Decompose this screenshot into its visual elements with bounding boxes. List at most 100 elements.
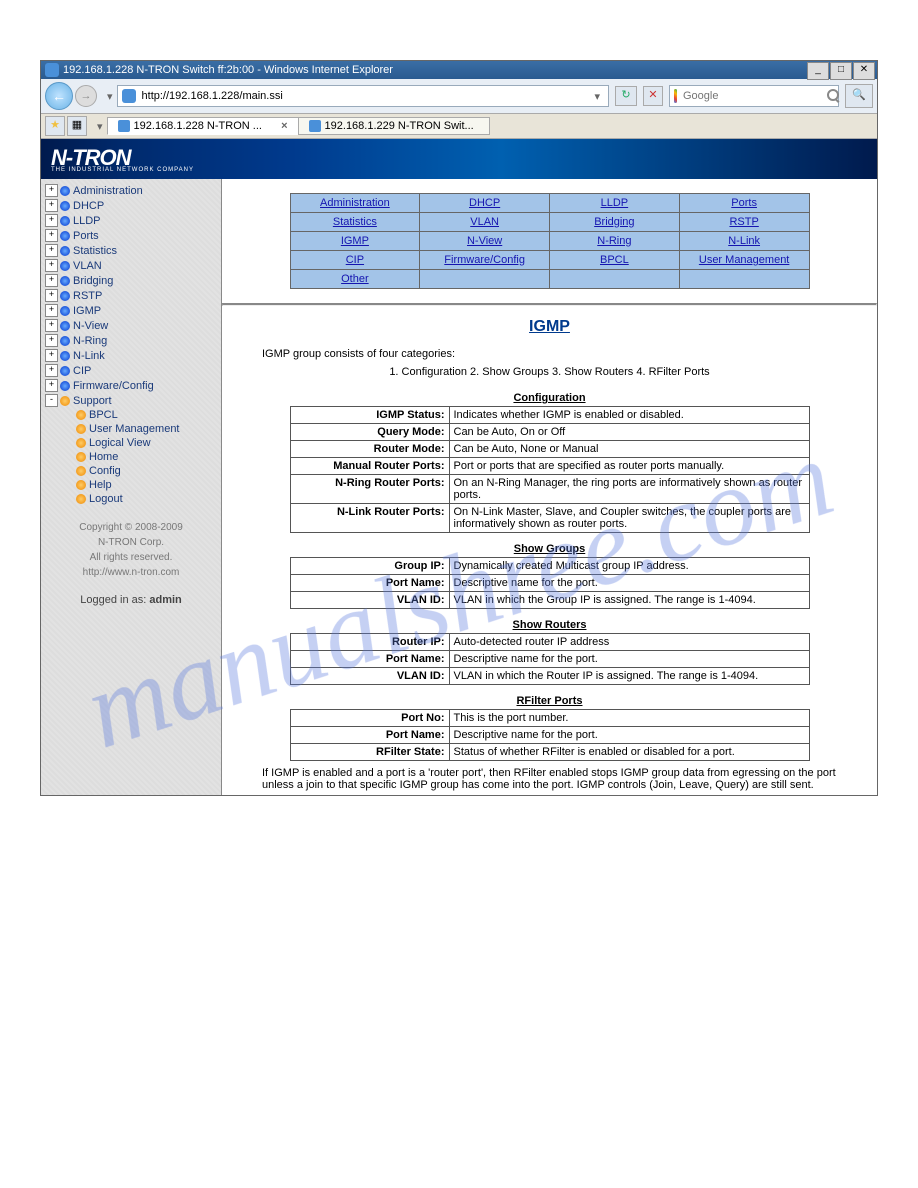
tree-expander[interactable]: + bbox=[45, 379, 58, 392]
tree-expander[interactable]: + bbox=[45, 244, 58, 257]
sidebar-item[interactable]: User Management bbox=[89, 423, 180, 435]
sidebar-item[interactable]: Logical View bbox=[89, 437, 151, 449]
tree-expander[interactable]: + bbox=[45, 199, 58, 212]
nav-link[interactable]: Ports bbox=[731, 197, 757, 209]
bullet-icon bbox=[76, 452, 86, 462]
nav-link[interactable]: N-Ring bbox=[597, 235, 631, 247]
nav-link[interactable]: Statistics bbox=[333, 216, 377, 228]
nav-link[interactable]: Other bbox=[341, 273, 369, 285]
def-value: On an N-Ring Manager, the ring ports are… bbox=[449, 475, 809, 504]
refresh-button[interactable]: ↻ bbox=[615, 86, 637, 106]
nav-link[interactable]: Firmware/Config bbox=[444, 254, 525, 266]
search-box[interactable] bbox=[669, 85, 839, 107]
tree-expander[interactable]: - bbox=[45, 394, 58, 407]
zoom-button[interactable]: 🔍 bbox=[845, 84, 873, 108]
minimize-button[interactable]: _ bbox=[807, 62, 829, 80]
sidebar-item[interactable]: Statistics bbox=[73, 245, 117, 257]
tree-expander[interactable]: + bbox=[45, 274, 58, 287]
tree-expander[interactable]: + bbox=[45, 229, 58, 242]
search-input[interactable] bbox=[681, 89, 827, 103]
sidebar-item[interactable]: RSTP bbox=[73, 290, 102, 302]
nav-link[interactable]: N-View bbox=[467, 235, 502, 247]
tree-expander[interactable]: + bbox=[45, 259, 58, 272]
def-key: Query Mode: bbox=[290, 424, 449, 441]
nav-link[interactable]: LLDP bbox=[601, 197, 629, 209]
forward-button[interactable]: → bbox=[75, 85, 97, 107]
def-key: N-Ring Router Ports: bbox=[290, 475, 449, 504]
sidebar-item[interactable]: IGMP bbox=[73, 305, 101, 317]
history-dropdown[interactable]: ▾ bbox=[103, 90, 117, 103]
def-value: Descriptive name for the port. bbox=[449, 651, 809, 668]
quick-tabs-button[interactable]: ▦ bbox=[67, 116, 87, 136]
def-value: Indicates whether IGMP is enabled or dis… bbox=[449, 407, 809, 424]
nav-link[interactable]: RSTP bbox=[729, 216, 758, 228]
sidebar-item[interactable]: Bridging bbox=[73, 275, 113, 287]
maximize-button[interactable]: □ bbox=[830, 62, 852, 80]
nav-link[interactable]: BPCL bbox=[600, 254, 629, 266]
page-title: IGMP bbox=[222, 318, 877, 336]
nav-link[interactable]: IGMP bbox=[341, 235, 369, 247]
nav-link[interactable]: Administration bbox=[320, 197, 390, 209]
ntron-link[interactable]: http://www.n-tron.com bbox=[83, 567, 180, 578]
tree-expander[interactable]: + bbox=[45, 334, 58, 347]
nav-link[interactable]: N-Link bbox=[728, 235, 760, 247]
tree-expander[interactable]: + bbox=[45, 289, 58, 302]
def-value: Can be Auto, On or Off bbox=[449, 424, 809, 441]
bullet-icon bbox=[60, 321, 70, 331]
def-key: Port Name: bbox=[290, 651, 449, 668]
tree-expander[interactable]: + bbox=[45, 349, 58, 362]
def-key: VLAN ID: bbox=[290, 592, 449, 609]
sidebar-item[interactable]: LLDP bbox=[73, 215, 101, 227]
logo-subtitle: THE INDUSTRIAL NETWORK COMPANY bbox=[51, 167, 867, 173]
def-key: Group IP: bbox=[290, 558, 449, 575]
address-dropdown[interactable]: ▾ bbox=[590, 90, 604, 103]
browser-tab[interactable]: 192.168.1.229 N-TRON Swit... bbox=[298, 117, 490, 135]
sidebar-item[interactable]: N-View bbox=[73, 320, 108, 332]
sidebar-item[interactable]: VLAN bbox=[73, 260, 102, 272]
bullet-icon bbox=[60, 276, 70, 286]
sidebar-item[interactable]: DHCP bbox=[73, 200, 104, 212]
sidebar-item[interactable]: Home bbox=[89, 451, 118, 463]
logged-in-user: admin bbox=[149, 594, 181, 606]
bullet-icon bbox=[76, 494, 86, 504]
nav-link[interactable]: Bridging bbox=[594, 216, 634, 228]
sidebar-item[interactable]: Config bbox=[89, 465, 121, 477]
back-button[interactable]: ← bbox=[45, 82, 73, 110]
tree-expander[interactable]: + bbox=[45, 364, 58, 377]
close-button[interactable]: ✕ bbox=[853, 62, 875, 80]
tree-expander[interactable]: + bbox=[45, 184, 58, 197]
nav-link[interactable]: VLAN bbox=[470, 216, 499, 228]
tab-close-icon[interactable]: × bbox=[275, 120, 287, 132]
sidebar-item[interactable]: Administration bbox=[73, 185, 143, 197]
tree-expander[interactable]: + bbox=[45, 319, 58, 332]
sidebar-item[interactable]: Logout bbox=[89, 493, 123, 505]
def-value: Can be Auto, None or Manual bbox=[449, 441, 809, 458]
browser-tab[interactable]: 192.168.1.228 N-TRON ...× bbox=[107, 117, 299, 135]
def-key: Port Name: bbox=[290, 727, 449, 744]
search-icon[interactable] bbox=[827, 89, 830, 103]
sidebar-item[interactable]: BPCL bbox=[89, 409, 118, 421]
tabs-dropdown[interactable]: ▾ bbox=[93, 120, 107, 133]
intro-text: IGMP group consists of four categories: bbox=[262, 348, 837, 360]
tree-expander[interactable]: + bbox=[45, 304, 58, 317]
definition-table: Group IP:Dynamically created Multicast g… bbox=[290, 557, 810, 609]
def-value: Status of whether RFilter is enabled or … bbox=[449, 744, 809, 761]
nav-link[interactable]: DHCP bbox=[469, 197, 500, 209]
address-bar[interactable]: ▾ bbox=[117, 85, 609, 107]
sidebar-item[interactable]: Help bbox=[89, 479, 112, 491]
sidebar-item[interactable]: CIP bbox=[73, 365, 91, 377]
sidebar-item[interactable]: Ports bbox=[73, 230, 99, 242]
section-heading: RFilter Ports bbox=[222, 695, 877, 707]
favorites-button[interactable]: ★ bbox=[45, 116, 65, 136]
sidebar-item[interactable]: N-Ring bbox=[73, 335, 107, 347]
definition-table: Port No:This is the port number.Port Nam… bbox=[290, 709, 810, 761]
url-input[interactable] bbox=[140, 89, 591, 103]
sidebar-item[interactable]: Firmware/Config bbox=[73, 380, 154, 392]
tree-expander[interactable]: + bbox=[45, 214, 58, 227]
nav-link[interactable]: CIP bbox=[346, 254, 364, 266]
stop-button[interactable]: ✕ bbox=[643, 86, 663, 106]
sidebar-item[interactable]: N-Link bbox=[73, 350, 105, 362]
sidebar-item[interactable]: Support bbox=[73, 395, 112, 407]
nav-link[interactable]: User Management bbox=[699, 254, 790, 266]
tab-icon bbox=[309, 120, 321, 132]
